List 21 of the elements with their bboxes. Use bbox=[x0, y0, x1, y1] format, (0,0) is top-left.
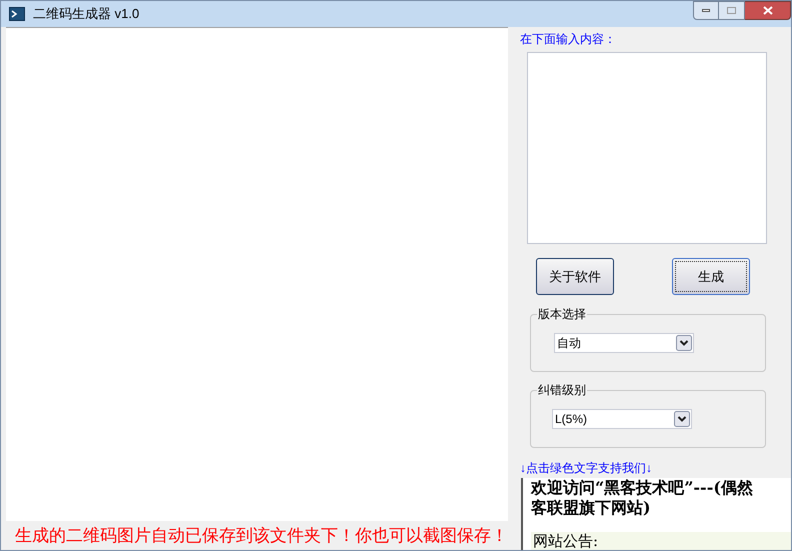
group-title: 纠错级别 bbox=[537, 382, 587, 398]
dropdown[interactable]: 自动 bbox=[554, 333, 694, 353]
chevron-down-icon bbox=[676, 335, 692, 351]
dropdown[interactable]: L(5%) bbox=[552, 409, 692, 429]
close-button[interactable] bbox=[745, 1, 791, 20]
minimize-button[interactable] bbox=[693, 1, 719, 20]
group-title: 版本选择 bbox=[537, 306, 587, 322]
action-button[interactable]: 生成 bbox=[672, 258, 750, 295]
close-icon bbox=[762, 6, 772, 15]
status-message: 生成的二维码图片自动已保存到该文件夹下！你也可以截图保存！ bbox=[15, 524, 508, 547]
welcome-text: 客联盟旗下网站) bbox=[531, 498, 652, 518]
chevron-down-icon bbox=[674, 411, 690, 427]
app-icon bbox=[9, 7, 25, 21]
window-title: 二维码生成器 v1.0 bbox=[33, 5, 140, 24]
maximize-button[interactable] bbox=[719, 1, 745, 20]
content-input[interactable] bbox=[527, 52, 767, 244]
welcome-text: 欢迎访问“黑客技术吧”---(偶然 bbox=[531, 478, 754, 498]
support-link[interactable]: ↓点击绿色文字支持我们↓ bbox=[520, 460, 791, 476]
action-button[interactable]: 关于软件 bbox=[536, 258, 614, 295]
input-label: 在下面输入内容： bbox=[520, 31, 617, 47]
notice-heading: 网站公告: bbox=[531, 532, 791, 550]
